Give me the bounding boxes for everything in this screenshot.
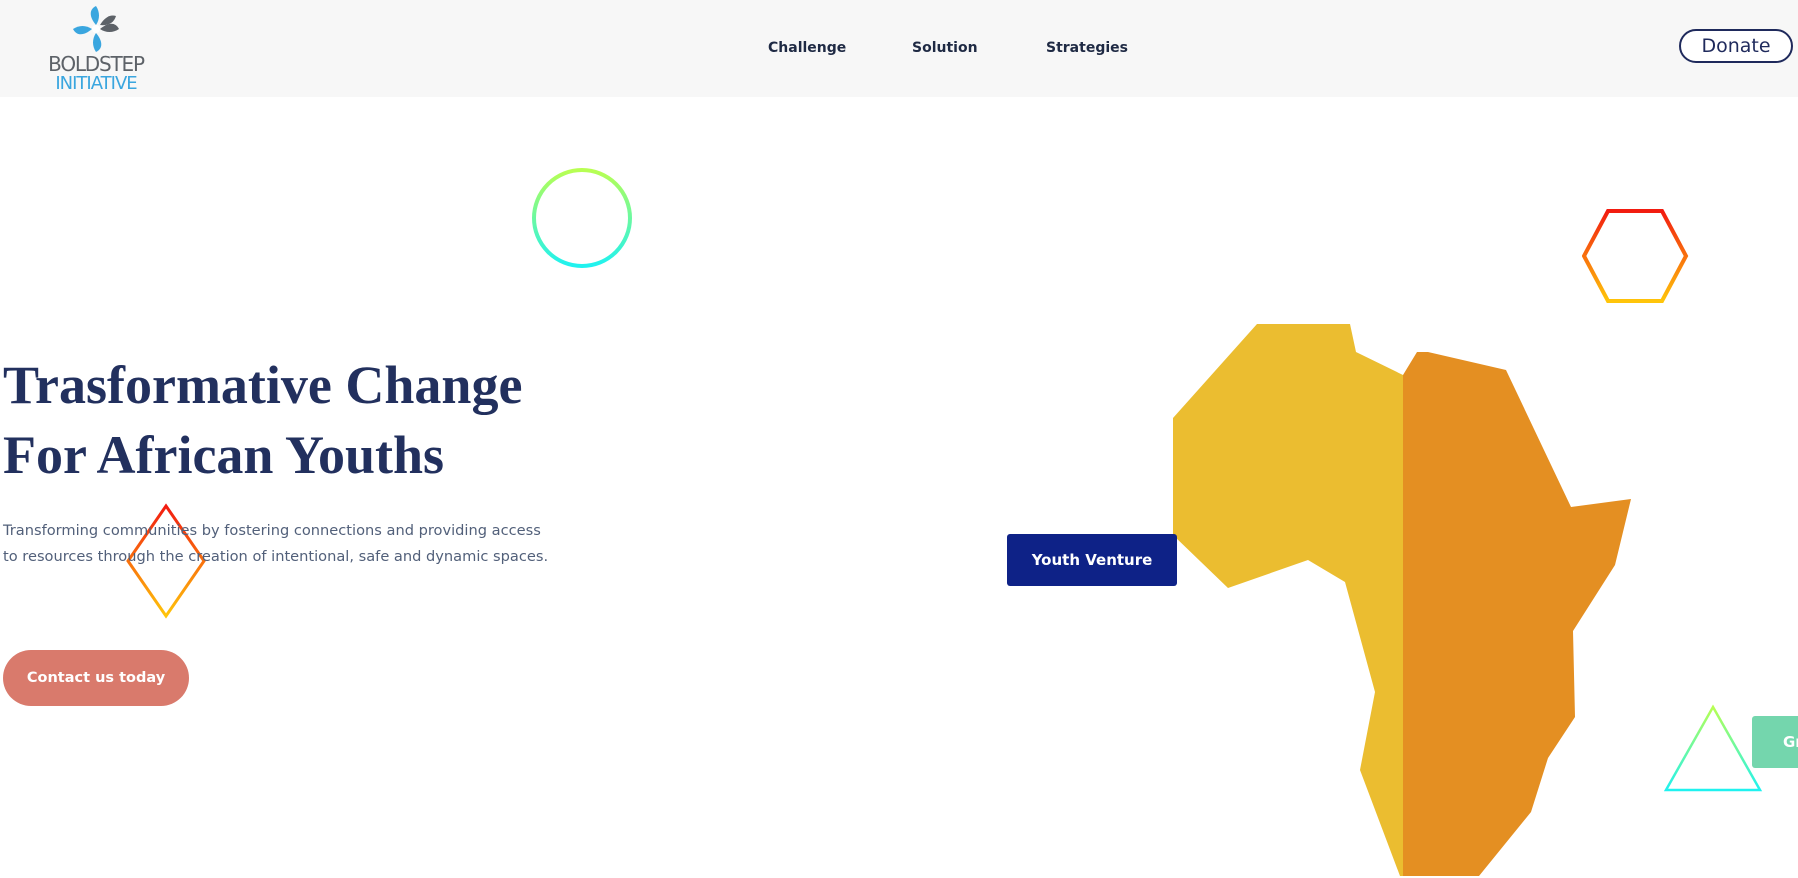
youth-venture-button[interactable]: Youth Venture xyxy=(1007,534,1177,586)
hero-subtitle-line-2: to resources through the creation of int… xyxy=(3,548,549,565)
site-logo[interactable]: BOLDSTEP INITIATIVE xyxy=(44,4,148,94)
nav-strategies[interactable]: Strategies xyxy=(1046,40,1128,56)
nav-solution[interactable]: Solution xyxy=(912,40,978,56)
green-partial-button[interactable]: Gr xyxy=(1752,716,1798,768)
hero-subtitle-line-1: Transforming communities by fostering co… xyxy=(3,522,541,539)
logo-text-initiative: INITIATIVE xyxy=(55,73,137,94)
gradient-triangle-decoration xyxy=(1663,704,1763,792)
hero-title: Trasformative Change For African Youths xyxy=(3,350,563,490)
nav-challenge[interactable]: Challenge xyxy=(768,40,846,56)
hero-title-line-1: Trasformative Change xyxy=(3,355,523,415)
hero-title-line-2: For African Youths xyxy=(3,425,445,485)
hero-subtitle: Transforming communities by fostering co… xyxy=(3,518,549,570)
gradient-hexagon-decoration xyxy=(1582,209,1689,303)
gradient-circle-decoration xyxy=(532,168,632,268)
logo-text-boldstep: BOLDSTEP xyxy=(48,52,145,76)
contact-us-button[interactable]: Contact us today xyxy=(3,650,189,706)
pinwheel-logo-icon xyxy=(73,6,119,52)
africa-map-illustration xyxy=(1173,324,1631,876)
header-bar: BOLDSTEP INITIATIVE Challenge Solution S… xyxy=(0,0,1798,97)
donate-button[interactable]: Donate xyxy=(1679,29,1793,63)
